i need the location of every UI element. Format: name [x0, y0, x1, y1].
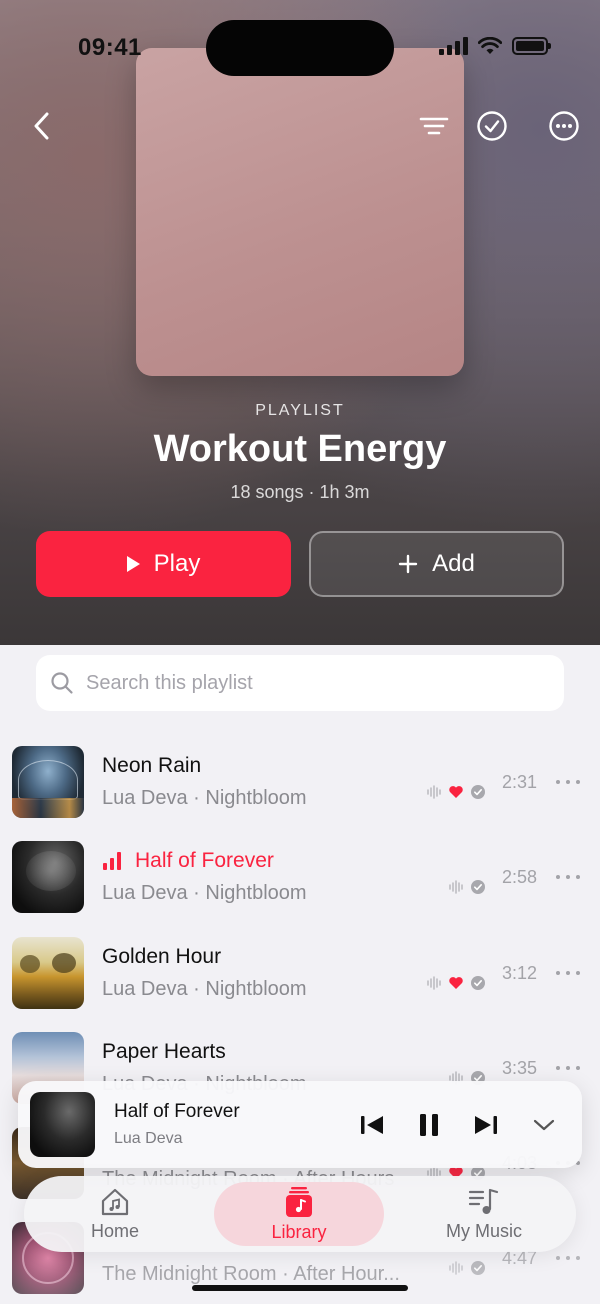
downloaded-icon	[471, 1261, 485, 1275]
mini-player-artist: Lua Deva	[114, 1130, 183, 1147]
song-badges	[426, 975, 486, 991]
song-title: Golden Hour	[102, 945, 222, 968]
heart-icon	[449, 977, 463, 989]
waveform-icon	[427, 976, 441, 990]
battery-icon	[512, 37, 551, 55]
song-duration: 2:58	[502, 867, 538, 887]
waveform-icon	[449, 1261, 463, 1275]
tab-library[interactable]: Library	[214, 1182, 384, 1246]
cellular-signal-icon	[439, 37, 468, 55]
song-more-button[interactable]	[556, 963, 580, 983]
song-artwork	[12, 746, 84, 818]
waveform-icon	[449, 880, 463, 894]
song-more-button[interactable]	[556, 772, 580, 792]
playlist-header: 09:41 PLAYLIST Workout Energy 18 songs ·…	[0, 0, 600, 645]
play-icon	[126, 556, 140, 572]
dynamic-island	[206, 20, 394, 76]
downloaded-icon	[471, 785, 485, 799]
tab-bar: Home Library My Music	[24, 1176, 576, 1252]
playlist-meta: 18 songs · 1h 3m	[230, 482, 370, 502]
tab-library-label: Library	[271, 1221, 327, 1242]
add-button-label: Add	[432, 550, 475, 577]
song-badges	[448, 879, 486, 895]
next-track-icon	[475, 1116, 497, 1134]
playlist-search[interactable]	[36, 655, 564, 711]
song-subtitle: Lua Deva · Nightbloom	[102, 787, 307, 809]
song-row[interactable]: Golden Hour Lua Deva · Nightbloom 3:12	[0, 937, 600, 1032]
add-button[interactable]: Add	[309, 531, 564, 597]
heart-icon	[449, 786, 463, 798]
plus-icon	[398, 554, 418, 574]
song-more-button[interactable]	[556, 1058, 580, 1078]
home-indicator	[192, 1285, 408, 1291]
song-row[interactable]: Half of Forever Lua Deva · Nightbloom 2:…	[0, 841, 600, 936]
song-row[interactable]: Neon Rain Lua Deva · Nightbloom 2:31	[0, 746, 600, 841]
chevron-left-icon	[34, 112, 49, 140]
sort-lines-icon	[419, 117, 449, 135]
wifi-icon	[478, 37, 502, 54]
downloaded-icon	[471, 880, 485, 894]
waveform-icon	[427, 785, 441, 799]
song-subtitle: Lua Deva · Nightbloom	[102, 978, 307, 1000]
next-track-button[interactable]	[470, 1109, 502, 1141]
song-more-button[interactable]	[556, 867, 580, 887]
checkmark-circle-icon	[477, 111, 507, 141]
chevron-down-icon	[533, 1119, 555, 1131]
song-artwork	[12, 841, 84, 913]
song-more-button[interactable]	[556, 1248, 580, 1268]
play-button-label: Play	[153, 550, 201, 577]
search-input[interactable]	[86, 671, 526, 695]
status-bar: 09:41	[0, 0, 600, 90]
song-duration: 3:35	[502, 1058, 538, 1078]
song-duration: 3:12	[502, 963, 538, 983]
previous-track-button[interactable]	[356, 1109, 388, 1141]
search-icon	[51, 672, 73, 694]
previous-track-icon	[361, 1116, 383, 1134]
status-time: 09:41	[78, 34, 142, 61]
back-button[interactable]	[24, 108, 60, 144]
home-music-icon	[101, 1188, 129, 1215]
song-badges	[448, 1260, 486, 1276]
tab-my-music[interactable]: My Music	[399, 1182, 569, 1246]
now-playing-icon	[103, 852, 121, 870]
song-title: Paper Hearts	[102, 1040, 226, 1063]
playlist-artwork	[136, 48, 464, 376]
tab-my-music-label: My Music	[446, 1220, 522, 1241]
my-music-icon	[468, 1188, 499, 1214]
select-button[interactable]	[474, 108, 510, 144]
play-button[interactable]: Play	[36, 531, 291, 597]
pause-button[interactable]	[413, 1109, 445, 1141]
collapse-button[interactable]	[528, 1109, 560, 1141]
song-title: Half of Forever	[135, 849, 274, 872]
status-icons	[439, 37, 551, 55]
song-artwork	[12, 937, 84, 1009]
mini-player-artwork	[30, 1092, 95, 1157]
library-music-icon	[286, 1186, 312, 1217]
mini-player[interactable]: Half of Forever Lua Deva	[18, 1081, 582, 1168]
playlist-kind-label: PLAYLIST	[255, 402, 345, 419]
more-options-button[interactable]	[546, 108, 582, 144]
song-subtitle: Lua Deva · Nightbloom	[102, 882, 307, 904]
mini-player-title: Half of Forever	[114, 1101, 240, 1122]
sort-button[interactable]	[416, 108, 452, 144]
tab-home-label: Home	[90, 1220, 139, 1241]
playlist-title: Workout Energy	[153, 428, 447, 470]
pause-icon	[420, 1114, 438, 1136]
song-subtitle: The Midnight Room · After Hour...	[102, 1263, 400, 1285]
song-duration: 2:31	[502, 772, 538, 792]
song-badges	[426, 784, 486, 800]
ellipsis-circle-icon	[549, 111, 579, 141]
tab-home[interactable]: Home	[30, 1182, 200, 1246]
downloaded-icon	[471, 976, 485, 990]
song-title: Neon Rain	[102, 754, 202, 777]
